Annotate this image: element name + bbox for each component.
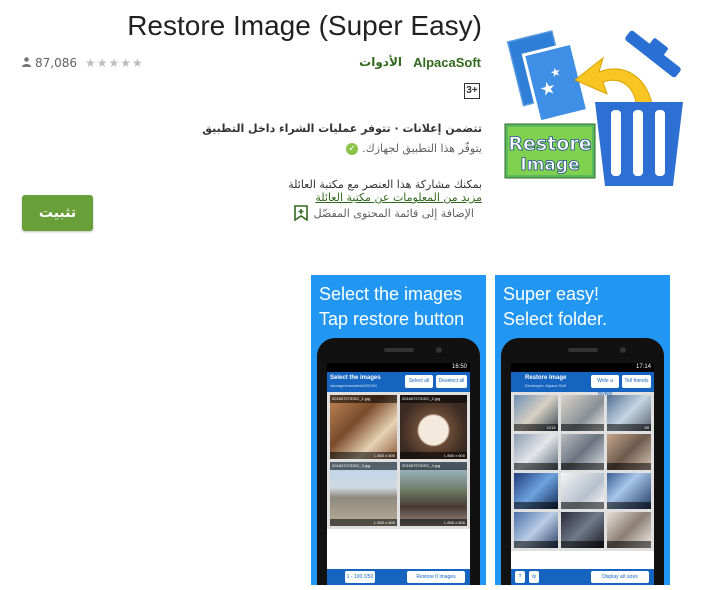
app-bar: Restore Image Developer: Alpaca Soft Wri… xyxy=(511,372,654,397)
folder-count xyxy=(560,541,605,548)
phone-frame: 17:14 Restore Image Developer: Alpaca So… xyxy=(501,338,664,585)
app-bar: Select the images /storage/emulated/0/DC… xyxy=(327,372,470,392)
caption-line-1: Super easy! xyxy=(503,284,600,304)
folder-grid: 1213 59 xyxy=(511,392,654,551)
caption-line-2: Tap restore button xyxy=(319,309,465,329)
cell-size: L 800 x 600 xyxy=(330,452,397,459)
wishlist-label: الإضافة إلى قائمة المحتوى المفضّل xyxy=(313,206,474,220)
review-count: 87,086 xyxy=(35,56,77,70)
folder-count xyxy=(514,463,558,470)
display-all-sizes-button: Display all sizes xyxy=(591,571,649,583)
speaker xyxy=(383,348,414,352)
caption-line-2: Select folder. xyxy=(503,309,608,329)
write-review-button: Write a review xyxy=(591,375,619,397)
tell-friends-button: Tell friends xyxy=(622,375,651,388)
folder-cell: 59 xyxy=(607,395,651,431)
bookmark-add-icon xyxy=(293,205,308,222)
folder-cell xyxy=(560,473,605,509)
status-bar: 16:50 xyxy=(327,363,470,372)
folder-cell xyxy=(560,395,605,431)
screenshot-2[interactable]: Super easy! Select folder. 17:14 Restore… xyxy=(495,275,670,585)
cell-size: L 800 x 600 xyxy=(400,519,467,526)
icon-label-line2: Image xyxy=(520,155,579,175)
folder-count xyxy=(514,502,558,509)
folder-count xyxy=(514,541,558,548)
check-icon: ✓ xyxy=(346,142,359,155)
caption-line-1: Select the images xyxy=(319,284,463,304)
page-range: 1 - 100 /250 xyxy=(345,571,375,583)
availability-notice: يتوفّر هذا التطبيق لجهازك. ✓ xyxy=(346,142,482,155)
deselect-all-button: Deselect all xyxy=(436,375,467,388)
folder-count xyxy=(560,502,605,509)
cell-label: 20160727/DSC_1.jpg xyxy=(330,395,397,403)
folder-count xyxy=(560,424,605,431)
app-bar-title: Restore Image xyxy=(525,375,567,381)
folder-cell xyxy=(560,512,605,548)
developer-link[interactable]: AlpacaSoft xyxy=(413,55,481,70)
icon-label-line1: Restore xyxy=(508,133,591,155)
folder-count xyxy=(607,463,651,470)
folder-cell xyxy=(607,512,651,548)
phone-screen: 17:14 Restore Image Developer: Alpaca So… xyxy=(511,363,654,585)
app-bar-title: Select the images xyxy=(330,375,381,381)
gear-icon: ⚙ xyxy=(529,571,539,583)
folder-cell: 1213 xyxy=(514,395,558,431)
family-text: بمكنك مشاركة هذا العنصر مع مكتبة العائلة xyxy=(288,178,482,191)
camera xyxy=(436,347,442,353)
app-bar-subtitle: /storage/emulated/0/DCIM xyxy=(330,383,377,388)
help-icon: ? xyxy=(515,571,525,583)
app-bar-subtitle: Developer: Alpaca Soft xyxy=(525,383,566,388)
install-button[interactable]: تثبيت xyxy=(22,195,93,231)
screenshot-caption: Super easy! Select folder. xyxy=(495,275,670,332)
screenshot-1[interactable]: Select the images Tap restore button 16:… xyxy=(311,275,486,585)
content-rating-badge: 3+ xyxy=(464,83,480,99)
cell-size: L 800 x 600 xyxy=(330,519,397,526)
folder-cell xyxy=(560,434,605,470)
bottom-action-bar: 1 - 100 /250 Restore 0 images xyxy=(327,569,470,585)
folder-cell xyxy=(607,434,651,470)
app-icon: ★ ★ Restore Image xyxy=(503,14,689,190)
folder-count xyxy=(560,463,605,470)
wishlist-button[interactable]: الإضافة إلى قائمة المحتوى المفضّل xyxy=(293,205,474,222)
phone-screen: 16:50 Select the images /storage/emulate… xyxy=(327,363,470,585)
folder-count: 1213 xyxy=(514,424,558,431)
availability-text: يتوفّر هذا التطبيق لجهازك. xyxy=(362,142,482,155)
restore-button: Restore 0 images xyxy=(407,571,465,583)
screenshot-caption: Select the images Tap restore button xyxy=(311,275,486,332)
ads-notice: تتضمن إعلانات · تتوفر عمليات الشراء داخل… xyxy=(202,122,482,135)
folder-cell xyxy=(607,473,651,509)
image-cell: 20160727/DSC_1.jpg L 800 x 600 xyxy=(330,395,397,459)
cell-size: L 800 x 600 xyxy=(400,452,467,459)
cell-label: 20160727/DSC_3.jpg xyxy=(330,462,397,470)
star-rating: ★★★★★ xyxy=(85,56,144,70)
image-cell: 20160727/DSC_4.jpg L 800 x 600 xyxy=(400,462,467,526)
image-cell: 20160727/DSC_3.jpg L 800 x 600 xyxy=(330,462,397,526)
cell-label: 20160727/DSC_4.jpg xyxy=(400,462,467,470)
image-cell: 20160727/DSC_2.jpg L 800 x 600 xyxy=(400,395,467,459)
select-all-button: Select all xyxy=(405,375,433,388)
image-grid: 20160727/DSC_1.jpg L 800 x 600 20160727/… xyxy=(327,392,470,529)
app-title: Restore Image (Super Easy) xyxy=(127,10,482,41)
category-link[interactable]: الأدوات xyxy=(359,55,402,69)
status-bar: 17:14 xyxy=(511,363,654,372)
family-library-link[interactable]: مزيد من المعلومات عن مكتبة العائلة xyxy=(315,191,482,204)
phone-frame: 16:50 Select the images /storage/emulate… xyxy=(317,338,480,585)
rating-summary: 87,086 ★★★★★ xyxy=(22,56,144,70)
folder-count: 59 xyxy=(607,424,651,431)
camera xyxy=(620,347,626,353)
folder-cell xyxy=(514,473,558,509)
folder-cell xyxy=(514,512,558,548)
person-icon xyxy=(22,56,31,70)
folder-count xyxy=(607,541,651,548)
bottom-action-bar: ? ⚙ Display all sizes xyxy=(511,569,654,585)
cell-label: 20160727/DSC_2.jpg xyxy=(400,395,467,403)
family-library-notice: بمكنك مشاركة هذا العنصر مع مكتبة العائلة… xyxy=(288,178,482,204)
folder-cell xyxy=(514,434,558,470)
folder-count xyxy=(607,502,651,509)
speaker xyxy=(567,348,598,352)
